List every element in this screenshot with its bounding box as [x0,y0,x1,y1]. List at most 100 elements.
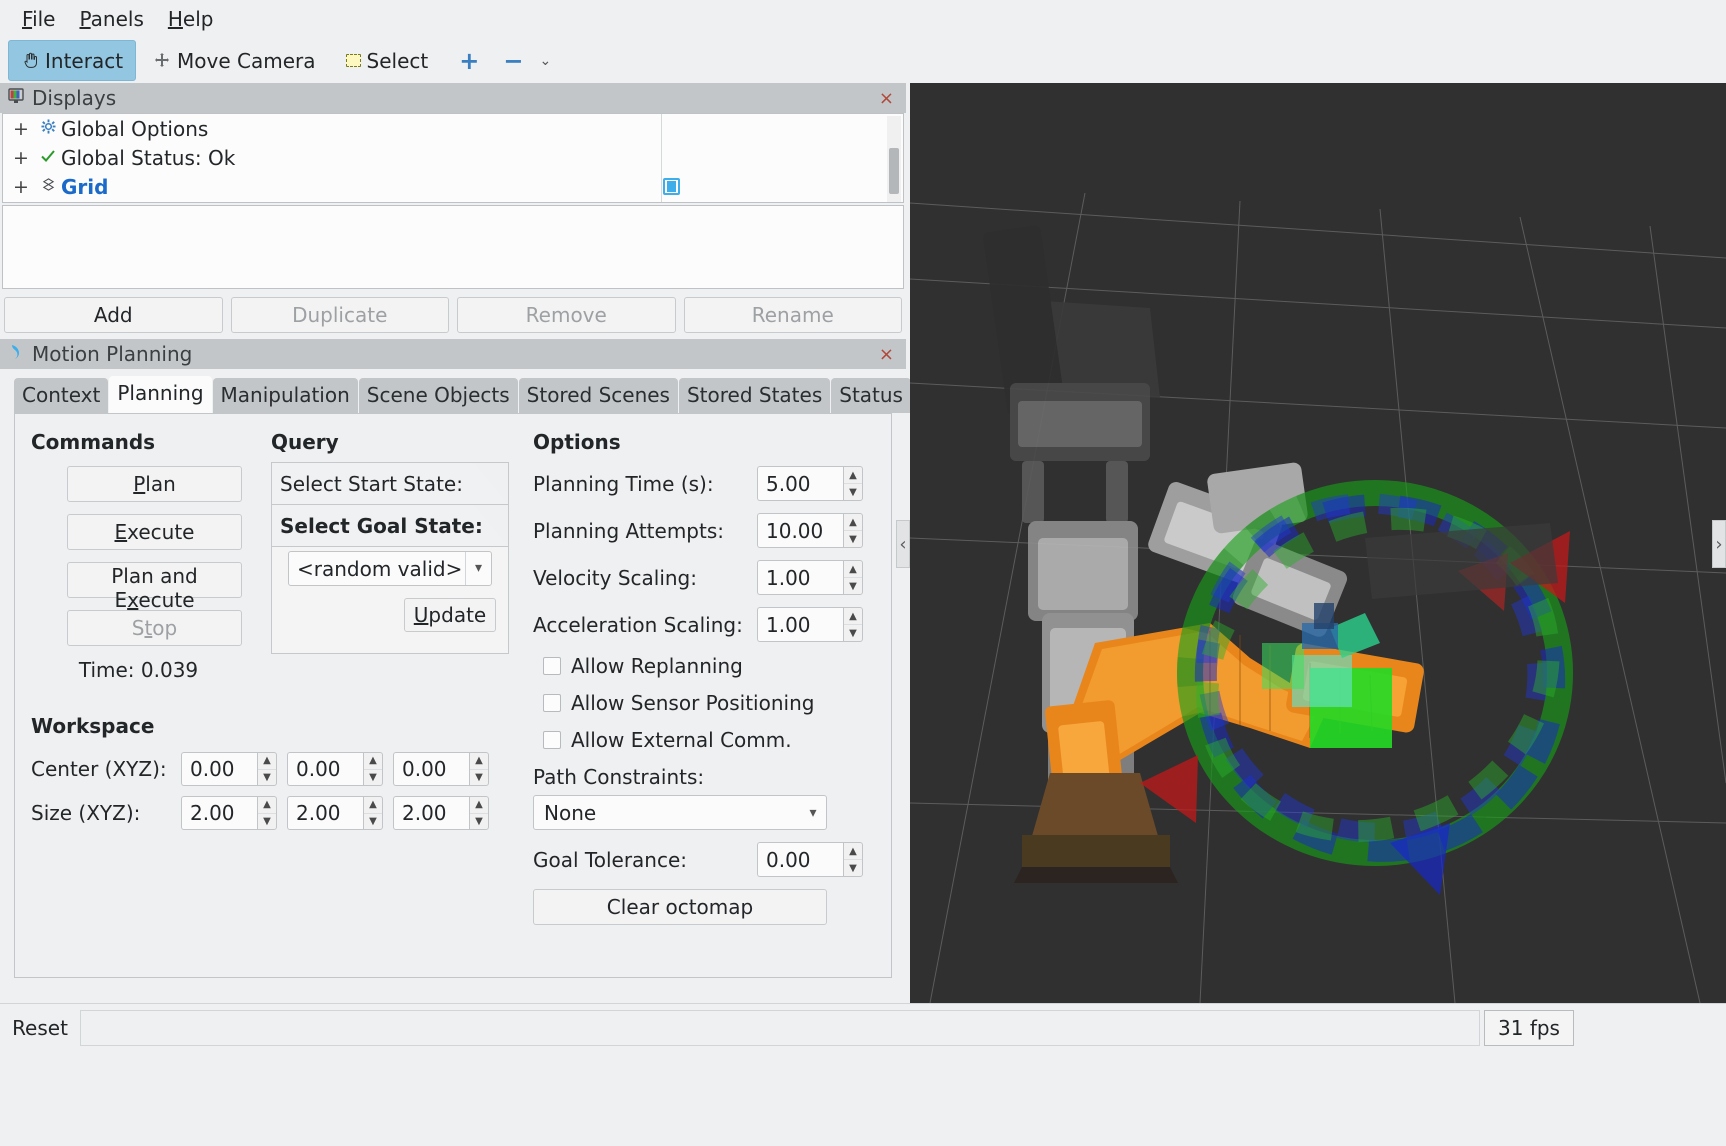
tool-move-camera[interactable]: Move Camera [140,40,328,81]
spin-buttons[interactable]: ▲ ▼ [843,513,863,548]
clear-octomap-button[interactable]: Clear octomap [533,889,827,925]
planning-attempts-spinner[interactable]: 10.00 ▲ ▼ [757,513,863,548]
spin-down-icon[interactable]: ▼ [844,860,862,876]
remove-tool-icon[interactable]: − [497,47,529,75]
workspace-center-x-value[interactable]: 0.00 [181,752,257,786]
allow-sensor-positioning-checkbox[interactable] [543,694,561,712]
chevron-down-icon[interactable]: ⌄ [533,53,557,69]
add-tool-icon[interactable]: + [445,47,493,75]
workspace-size-z-value[interactable]: 2.00 [393,796,469,830]
allow-sensor-positioning-row[interactable]: Allow Sensor Positioning [533,691,863,715]
spin-down-icon[interactable]: ▼ [258,770,276,786]
spin-up-icon[interactable]: ▲ [470,797,488,814]
tab-stored-states[interactable]: Stored States [678,378,831,413]
right-splitter-handle[interactable]: › [1712,520,1726,568]
tree-row-grid[interactable]: + Grid [3,172,903,201]
spin-down-icon[interactable]: ▼ [844,578,862,594]
tree-row-global-status[interactable]: + Global Status: Ok [3,143,903,172]
tab-context[interactable]: Context [14,378,109,413]
goal-tolerance-value[interactable]: 0.00 [757,842,843,877]
workspace-center-y-spinner[interactable]: 0.00 ▲ ▼ [287,752,383,786]
workspace-center-x-spinner[interactable]: 0.00 ▲ ▼ [181,752,277,786]
workspace-center-z-spinner[interactable]: 0.00 ▲ ▼ [393,752,489,786]
workspace-size-y-value[interactable]: 2.00 [287,796,363,830]
expander-icon[interactable]: + [13,147,35,169]
spin-up-icon[interactable]: ▲ [364,753,382,770]
spin-buttons[interactable]: ▲ ▼ [843,466,863,501]
path-constraints-combobox[interactable]: None ▾ [533,795,827,830]
reset-button[interactable]: Reset [6,1010,74,1046]
spin-up-icon[interactable]: ▲ [258,797,276,814]
spin-down-icon[interactable]: ▼ [844,625,862,641]
tool-interact[interactable]: Interact [8,40,137,81]
planning-time-value[interactable]: 5.00 [757,466,843,501]
planning-time-spinner[interactable]: 5.00 ▲ ▼ [757,466,863,501]
tab-stored-scenes[interactable]: Stored Scenes [518,378,678,413]
acceleration-scaling-value[interactable]: 1.00 [757,607,843,642]
acceleration-scaling-spinner[interactable]: 1.00 ▲ ▼ [757,607,863,642]
spin-buttons[interactable]: ▲ ▼ [469,752,489,786]
goal-state-combobox[interactable]: <random valid> ▾ [288,551,492,586]
displays-tree[interactable]: + Global Options + Global Status: Ok + G… [2,113,904,203]
workspace-size-z-spinner[interactable]: 2.00 ▲ ▼ [393,796,489,830]
spin-down-icon[interactable]: ▼ [844,531,862,547]
spin-down-icon[interactable]: ▼ [364,770,382,786]
spin-down-icon[interactable]: ▼ [470,770,488,786]
allow-replanning-row[interactable]: Allow Replanning [533,654,863,678]
spin-up-icon[interactable]: ▲ [844,608,862,625]
tab-planning[interactable]: Planning [109,376,212,413]
workspace-size-x-spinner[interactable]: 2.00 ▲ ▼ [181,796,277,830]
planning-attempts-value[interactable]: 10.00 [757,513,843,548]
spin-up-icon[interactable]: ▲ [470,753,488,770]
expander-icon[interactable]: + [13,118,35,140]
tab-status[interactable]: Status [831,378,911,413]
plan-button[interactable]: Plan [67,466,242,502]
menu-file[interactable]: File [10,3,67,35]
select-goal-state-banner[interactable]: Select Goal State: [272,505,508,547]
spin-up-icon[interactable]: ▲ [844,514,862,531]
spin-down-icon[interactable]: ▼ [258,814,276,830]
menu-panels[interactable]: Panels [67,3,155,35]
allow-replanning-checkbox[interactable] [543,657,561,675]
tab-manipulation[interactable]: Manipulation [212,378,358,413]
spin-up-icon[interactable]: ▲ [844,561,862,578]
spin-buttons[interactable]: ▲ ▼ [843,842,863,877]
update-button[interactable]: Update [404,598,496,632]
select-start-state-banner[interactable]: Select Start State: [272,463,508,505]
expander-icon[interactable]: + [13,176,35,198]
spin-buttons[interactable]: ▲ ▼ [257,752,277,786]
tree-row-global-options[interactable]: + Global Options [3,114,903,143]
spin-buttons[interactable]: ▲ ▼ [843,607,863,642]
menu-help[interactable]: Help [156,3,226,35]
workspace-center-y-value[interactable]: 0.00 [287,752,363,786]
velocity-scaling-value[interactable]: 1.00 [757,560,843,595]
scrollbar-thumb[interactable] [889,148,899,194]
allow-external-comm-row[interactable]: Allow External Comm. [533,728,863,752]
spin-down-icon[interactable]: ▼ [844,484,862,500]
grid-visibility-checkbox[interactable] [663,178,680,195]
execute-button[interactable]: Execute [67,514,242,550]
spin-buttons[interactable]: ▲ ▼ [843,560,863,595]
spin-up-icon[interactable]: ▲ [258,753,276,770]
spin-up-icon[interactable]: ▲ [844,467,862,484]
tool-select[interactable]: Select [333,40,442,81]
spin-up-icon[interactable]: ▲ [844,843,862,860]
displays-scrollbar[interactable] [887,116,901,202]
plan-and-execute-button[interactable]: Plan and Execute [67,562,242,612]
spin-buttons[interactable]: ▲ ▼ [363,752,383,786]
goal-tolerance-spinner[interactable]: 0.00 ▲ ▼ [757,842,863,877]
workspace-size-y-spinner[interactable]: 2.00 ▲ ▼ [287,796,383,830]
spin-down-icon[interactable]: ▼ [364,814,382,830]
spin-up-icon[interactable]: ▲ [364,797,382,814]
allow-external-comm-checkbox[interactable] [543,731,561,749]
workspace-size-x-value[interactable]: 2.00 [181,796,257,830]
spin-down-icon[interactable]: ▼ [470,814,488,830]
close-icon[interactable]: × [879,344,900,365]
workspace-center-z-value[interactable]: 0.00 [393,752,469,786]
velocity-scaling-spinner[interactable]: 1.00 ▲ ▼ [757,560,863,595]
close-icon[interactable]: × [879,88,900,109]
tab-scene-objects[interactable]: Scene Objects [358,378,518,413]
spin-buttons[interactable]: ▲ ▼ [363,796,383,830]
spin-buttons[interactable]: ▲ ▼ [469,796,489,830]
add-button[interactable]: Add [4,297,223,333]
